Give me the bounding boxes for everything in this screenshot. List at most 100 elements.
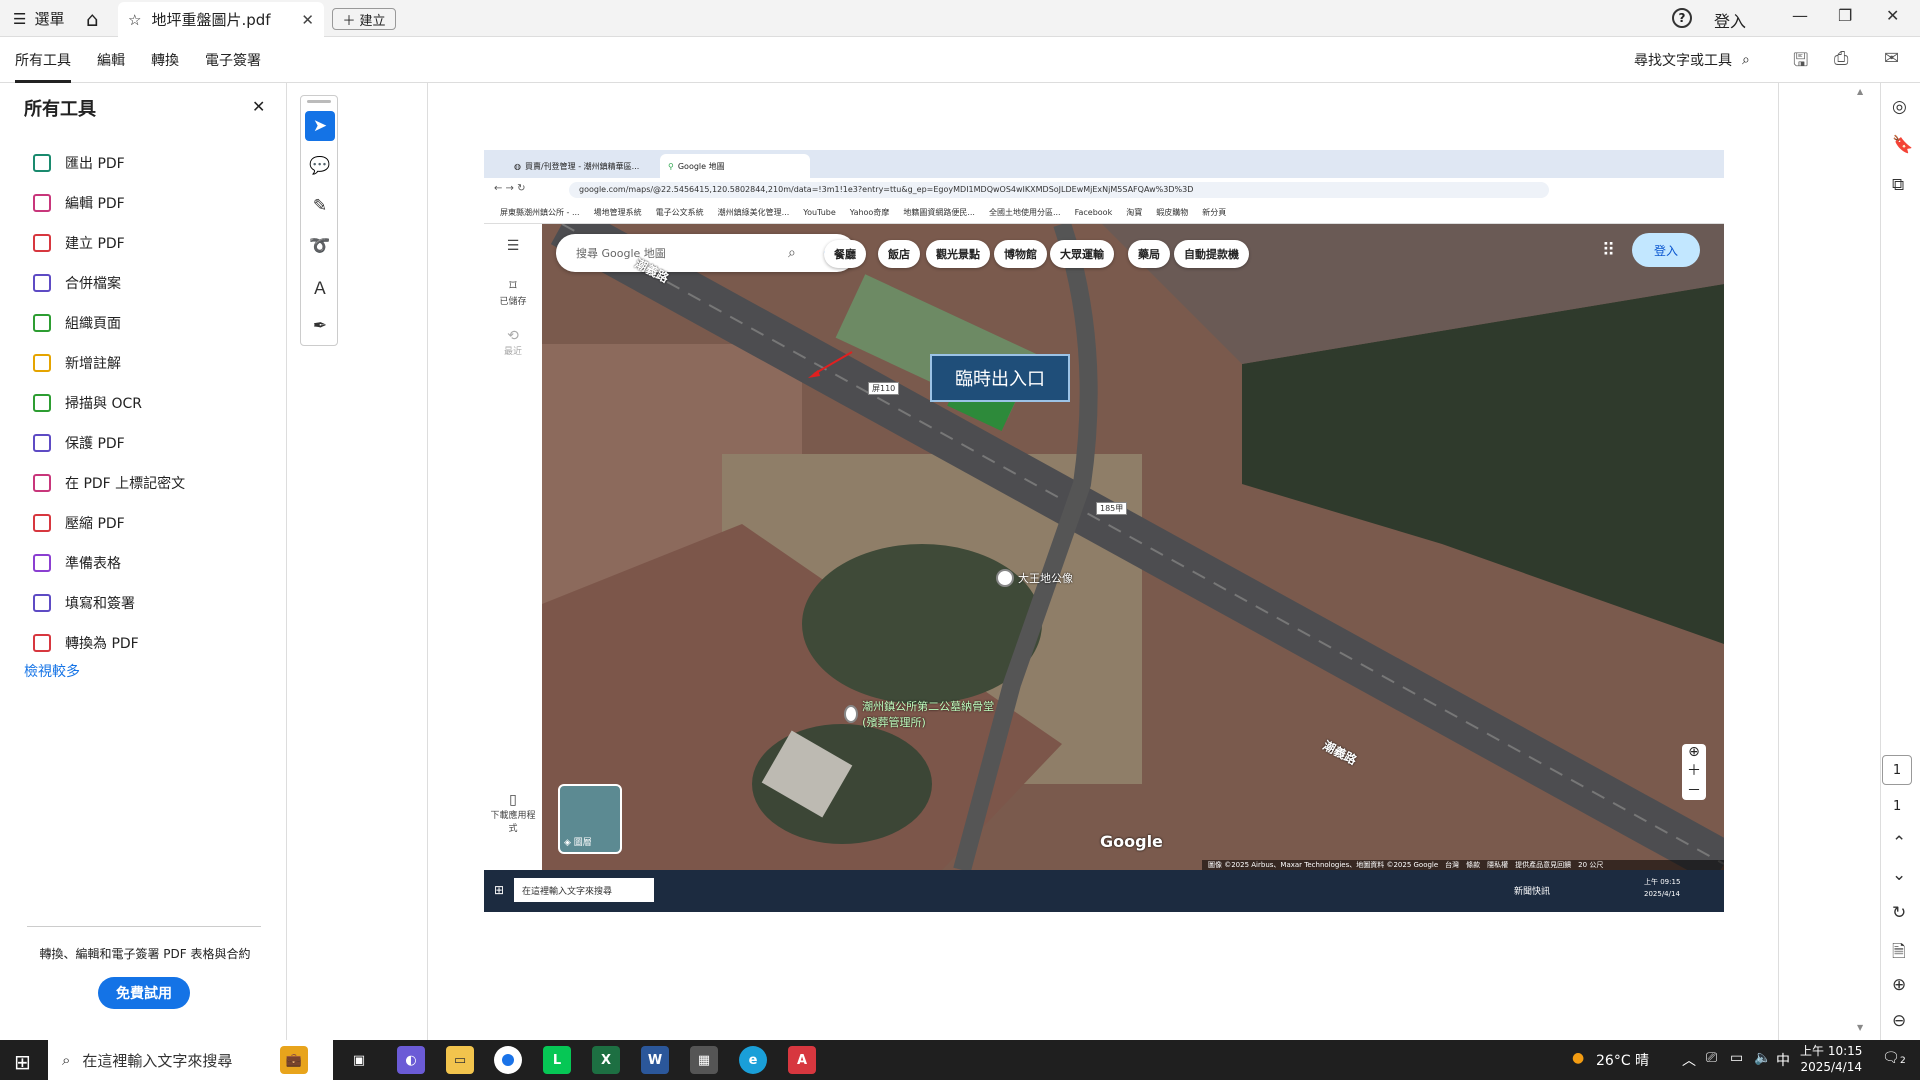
document-tab[interactable]: ☆ 地坪重盤圖片.pdf ✕	[118, 2, 324, 37]
tab-convert[interactable]: 轉換	[151, 50, 179, 70]
highlight-tool-icon[interactable]: ✎	[305, 191, 335, 221]
weather-label[interactable]: 26°C 晴	[1596, 1050, 1649, 1070]
vertical-scrollbar[interactable]: ▲ ▼	[1857, 83, 1867, 1040]
tool-item[interactable]: 編輯 PDF	[33, 183, 185, 223]
maximize-icon[interactable]: ❐	[1838, 6, 1852, 25]
chevron-up-icon[interactable]: ⌃	[1892, 833, 1906, 853]
extract-page-icon[interactable]: 🗎	[1892, 939, 1906, 968]
tool-item[interactable]: 在 PDF 上標記密文	[33, 463, 185, 503]
bookmarks-icon[interactable]: 🔖	[1892, 135, 1913, 155]
tool-label: 匯出 PDF	[65, 156, 125, 172]
edge-icon[interactable]: e	[739, 1046, 767, 1074]
zoom-in-icon[interactable]: ⊕	[1892, 975, 1906, 995]
recent-item: ⟲ 最近	[490, 328, 536, 357]
menu-button[interactable]: ☰ 選單	[13, 8, 64, 29]
notification-icon[interactable]: 🗨	[1882, 1050, 1900, 1066]
title-bar: ☰ 選單 ⌂ ☆ 地坪重盤圖片.pdf ✕ ＋ 建立 ? 登入 — ❐ ✕	[0, 0, 1920, 37]
promo-text: 轉換、編輯和電子簽署 PDF 表格與合約	[39, 947, 251, 961]
calculator-icon[interactable]: ▦	[690, 1046, 718, 1074]
tool-icon	[33, 354, 51, 372]
chrome-icon[interactable]	[494, 1046, 522, 1074]
tool-item[interactable]: 掃描與 OCR	[33, 383, 185, 423]
url-field: google.com/maps/@22.5456415,120.5802844,…	[569, 182, 1549, 198]
tool-item[interactable]: 組織頁面	[33, 303, 185, 343]
ai-assistant-icon[interactable]: ◎	[1892, 97, 1907, 117]
tool-item[interactable]: 保護 PDF	[33, 423, 185, 463]
weather-icon[interactable]: ●	[1572, 1050, 1584, 1066]
tool-item[interactable]: 合併檔案	[33, 263, 185, 303]
tab-all-tools[interactable]: 所有工具	[15, 38, 71, 83]
mail-icon[interactable]: ✉	[1884, 48, 1899, 69]
ime-indicator[interactable]: 中	[1776, 1050, 1790, 1070]
bookmark-item: 屏東縣潮州鎮公所 - ...	[500, 208, 580, 217]
drag-handle[interactable]	[307, 100, 331, 103]
new-tab-button[interactable]: ＋ 建立	[332, 8, 396, 30]
tool-item[interactable]: 填寫和簽署	[33, 583, 185, 623]
scroll-down-icon[interactable]: ▼	[1857, 1023, 1863, 1032]
map-chip: 藥局	[1128, 240, 1170, 268]
scroll-up-icon[interactable]: ▲	[1857, 87, 1863, 96]
tray-chevron-icon[interactable]: ︿	[1682, 1050, 1696, 1070]
browser-tab: ◍ 買賣/刊登管理 - 潮州鎮精華區...	[506, 154, 656, 178]
notification-count: 2	[1900, 1056, 1906, 1066]
tab-esign[interactable]: 電子簽署	[205, 50, 261, 70]
tool-icon	[33, 474, 51, 492]
excel-icon[interactable]: X	[592, 1046, 620, 1074]
line-icon[interactable]: L	[543, 1046, 571, 1074]
bookmark-icon: ⌑	[509, 278, 517, 294]
sign-tool-icon[interactable]: ✒	[305, 311, 335, 341]
free-trial-button[interactable]: 免費試用	[98, 977, 190, 1009]
view-more-link[interactable]: 檢視較多	[24, 661, 80, 681]
map-chip: 觀光景點	[926, 240, 990, 268]
briefcase-app-icon[interactable]: 💼	[280, 1046, 308, 1074]
apps-grid-icon: ⠿	[1602, 240, 1616, 261]
text-tool-icon[interactable]: Ａ	[305, 271, 335, 301]
rotate-icon[interactable]: ↻	[1892, 903, 1906, 923]
embedded-clock: 上午 09:15 2025/4/14	[1644, 878, 1681, 898]
select-tool-icon[interactable]: ➤	[305, 111, 335, 141]
monitor-icon[interactable]: ▭	[1730, 1050, 1743, 1066]
zoom-out-icon: －	[1687, 783, 1701, 799]
minimize-icon[interactable]: —	[1792, 6, 1808, 25]
windows-start-icon[interactable]: ⊞	[14, 1050, 31, 1074]
divider	[27, 926, 261, 927]
network-icon[interactable]: ⎚	[1706, 1050, 1717, 1066]
tool-item[interactable]: 準備表格	[33, 543, 185, 583]
taskbar-clock[interactable]: 上午 10:15 2025/4/14	[1800, 1043, 1862, 1075]
close-window-icon[interactable]: ✕	[1886, 6, 1899, 25]
chevron-down-icon[interactable]: ⌄	[1892, 865, 1906, 885]
tool-icon	[33, 154, 51, 172]
panel-title: 所有工具	[24, 99, 96, 120]
task-view-icon[interactable]: ▣	[345, 1046, 373, 1074]
print-icon[interactable]: ⎙	[1834, 48, 1848, 69]
find-tool-button[interactable]: 尋找文字或工具 ⌕	[1634, 50, 1750, 70]
tool-item[interactable]: 壓縮 PDF	[33, 503, 185, 543]
map-chip: 大眾運輸	[1050, 240, 1114, 268]
close-tab-icon[interactable]: ✕	[301, 11, 314, 29]
close-panel-icon[interactable]: ✕	[252, 97, 265, 116]
file-explorer-icon[interactable]: ▭	[446, 1046, 474, 1074]
login-button[interactable]: 登入	[1714, 8, 1746, 32]
new-tab-label: 建立	[359, 13, 386, 29]
tool-item[interactable]: 新增註解	[33, 343, 185, 383]
tab-edit[interactable]: 編輯	[97, 50, 125, 70]
bookmark-item: 全國土地使用分區...	[988, 208, 1061, 217]
comment-tool-icon[interactable]: 💬	[305, 151, 335, 181]
tool-item[interactable]: 匯出 PDF	[33, 143, 185, 183]
copilot-icon[interactable]: ◐	[397, 1046, 425, 1074]
page-number-input[interactable]: 1	[1882, 755, 1912, 785]
pages-icon[interactable]: ⧉	[1892, 175, 1904, 195]
acrobat-icon[interactable]: A	[788, 1046, 816, 1074]
volume-icon[interactable]: 🔈	[1754, 1050, 1771, 1066]
zoom-out-icon[interactable]: ⊖	[1892, 1011, 1906, 1031]
home-icon[interactable]: ⌂	[86, 7, 99, 31]
save-icon[interactable]: 🖫	[1793, 48, 1808, 78]
tool-item[interactable]: 轉換為 PDF	[33, 623, 185, 663]
windows-start-icon: ⊞	[494, 883, 505, 897]
locate-icon: ⊕	[1688, 744, 1700, 760]
star-icon[interactable]: ☆	[128, 11, 141, 29]
word-icon[interactable]: W	[641, 1046, 669, 1074]
tool-item[interactable]: 建立 PDF	[33, 223, 185, 263]
help-icon[interactable]: ?	[1672, 8, 1692, 28]
lasso-tool-icon[interactable]: ➰	[305, 231, 335, 261]
